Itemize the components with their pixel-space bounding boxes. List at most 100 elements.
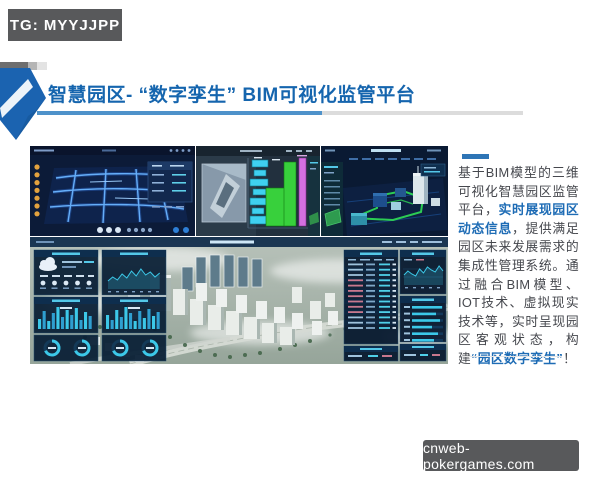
slide: TG: MYYJJPP 智慧园区- “数字孪生” BIM可视化监管平台 基于BI…	[0, 0, 600, 480]
bar	[56, 307, 60, 329]
tool-icon	[140, 227, 146, 233]
bar-chart-panel-2	[101, 296, 167, 334]
watermark-badge: cnweb-pokergames.com	[423, 440, 579, 472]
alarm-text-dash	[348, 305, 363, 308]
bar	[70, 315, 74, 329]
floors-side-strip	[308, 156, 320, 236]
floor-block	[249, 178, 269, 187]
site-photo-inset	[201, 163, 247, 223]
floor-block	[265, 187, 287, 227]
campus-side-list	[321, 162, 343, 236]
alarm-text-dash	[348, 290, 363, 292]
map-data-table	[147, 161, 193, 208]
floor-block	[251, 159, 269, 168]
status-dot	[34, 164, 40, 170]
area-chart-panel-1	[101, 249, 167, 296]
floor-block	[253, 169, 267, 177]
gauge-panel-1	[33, 334, 99, 362]
page-title: 智慧园区- “数字孪生” BIM可视化监管平台	[48, 85, 416, 106]
floor-block	[252, 188, 267, 196]
building-floors-panel	[196, 146, 320, 236]
bar	[142, 318, 146, 329]
alarm-text-dash	[348, 284, 363, 287]
bar	[110, 320, 114, 329]
hbar	[412, 312, 436, 316]
forecast-icon	[52, 280, 57, 286]
forecast-icon	[40, 280, 46, 286]
forecast-icon	[75, 280, 80, 286]
campus-info-chip	[420, 163, 446, 177]
bar	[152, 316, 156, 329]
hbar	[412, 325, 432, 329]
hbar-panel	[399, 295, 447, 343]
floor-block	[249, 215, 269, 225]
tool-icon	[183, 227, 189, 233]
bar	[38, 319, 42, 329]
text-segment: “园区数字孪生”	[471, 350, 564, 366]
bar	[133, 321, 137, 329]
dashboard-screenshot	[30, 146, 448, 364]
overview-header-bar	[30, 237, 448, 247]
bar	[119, 317, 123, 329]
bar-chart-panel-1	[33, 296, 99, 334]
status-dot	[34, 195, 40, 201]
arrow-decoration-svg	[0, 68, 46, 140]
white-tower	[413, 176, 424, 204]
bar	[147, 309, 151, 329]
forecast-icon	[63, 280, 69, 286]
trend-chart-panel	[399, 249, 447, 295]
alarm-text-dash	[348, 295, 363, 298]
bar	[106, 315, 110, 329]
sidebar-divider	[462, 356, 562, 357]
bar	[156, 312, 160, 329]
alarm-text-dash	[348, 268, 363, 271]
status-dot	[34, 203, 40, 209]
small-panel-right	[399, 343, 447, 362]
tool-icon	[97, 227, 103, 233]
description-text: 基于BIM模型的三维可视化智慧园区监管平台，实时展现园区动态信息，提供满足园区未…	[458, 164, 579, 369]
bar	[61, 317, 65, 329]
tool-icon	[126, 227, 132, 233]
bar	[84, 312, 88, 329]
bar	[88, 316, 92, 329]
alarm-text-dash	[348, 263, 363, 266]
hbar	[412, 319, 440, 322]
bar	[42, 311, 46, 329]
bar	[79, 320, 83, 329]
hbar	[412, 339, 434, 342]
telegram-badge-label: TG: MYYJJPP	[9, 16, 121, 34]
tool-icon	[173, 227, 179, 233]
map-panel	[30, 146, 195, 236]
tool-icon	[133, 227, 139, 233]
bar	[74, 308, 78, 329]
tool-icon	[147, 227, 153, 233]
text-segment: ！	[563, 350, 577, 366]
tool-icon	[115, 227, 121, 233]
alarm-text-dash	[348, 321, 363, 324]
bar	[115, 310, 119, 329]
title-underline-blue	[37, 111, 322, 115]
hbar	[412, 332, 438, 335]
bar	[124, 307, 128, 329]
sidebar-accent-bar	[462, 154, 489, 159]
forecast-icon	[86, 280, 92, 286]
status-dot	[34, 211, 40, 217]
alarm-text-dash	[348, 300, 363, 303]
status-dot	[34, 187, 40, 193]
alarm-text-dash	[348, 327, 363, 329]
bar	[47, 321, 51, 329]
floor-block	[249, 197, 267, 206]
gauge-panel-2	[101, 334, 167, 362]
title-underline-gray	[322, 111, 523, 115]
status-dot	[34, 180, 40, 186]
alarm-text-dash	[348, 274, 363, 276]
campus-3d-panel	[321, 146, 448, 236]
telegram-badge: TG: MYYJJPP	[8, 9, 122, 41]
aerial-overview-panel	[30, 237, 448, 364]
floor-block	[298, 157, 307, 227]
alarm-list-panel	[343, 249, 399, 345]
weather-panel	[33, 249, 99, 296]
small-panel-left	[343, 345, 399, 362]
bar	[129, 313, 133, 329]
tool-icon	[106, 227, 112, 233]
